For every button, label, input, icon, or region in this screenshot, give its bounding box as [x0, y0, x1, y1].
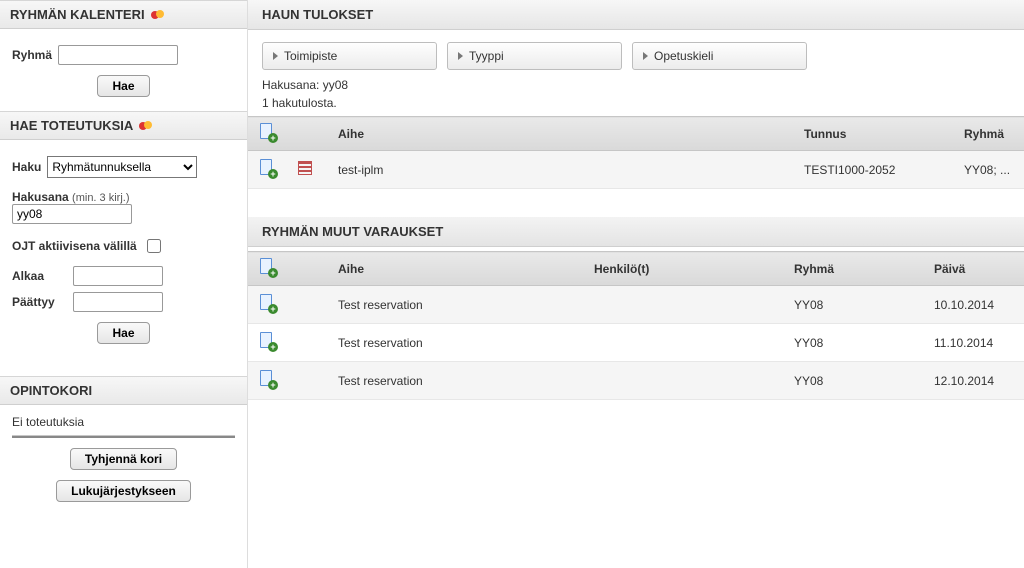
- cell-paiva: 10.10.2014: [924, 286, 1024, 324]
- col-paiva: Päivä: [924, 252, 1024, 286]
- main: HAUN TULOKSET Toimipiste Tyyppi Opetuski…: [248, 0, 1024, 568]
- ojt-checkbox[interactable]: [147, 239, 161, 253]
- col-ryhma: Ryhmä: [784, 252, 924, 286]
- document-add-icon[interactable]: +: [258, 258, 276, 276]
- cell-ryhma: YY08: [784, 286, 924, 324]
- cell-aihe: Test reservation: [328, 324, 584, 362]
- chevron-right-icon: [273, 52, 278, 60]
- cart-empty-text: Ei toteutuksia: [12, 415, 235, 429]
- people-icon: [151, 8, 165, 22]
- cell-ryhma: YY08; ...: [954, 151, 1024, 189]
- cart-title: OPINTOKORI: [10, 383, 92, 398]
- cell-ryhma: YY08: [784, 324, 924, 362]
- cell-henkilot: [584, 362, 784, 400]
- alkaa-input[interactable]: [73, 266, 163, 286]
- other-table: + Aihe Henkilö(t) Ryhmä Päivä + Test res…: [248, 251, 1024, 400]
- result-count: 1 hakutulosta.: [248, 94, 1024, 112]
- results-title: HAUN TULOKSET: [262, 7, 373, 22]
- cell-aihe: test-iplm: [328, 151, 794, 189]
- group-calendar-section: Ryhmä Hae: [0, 29, 247, 111]
- table-row[interactable]: + test-iplm TESTI1000-2052 YY08; ...: [248, 151, 1024, 189]
- filter-row: Toimipiste Tyyppi Opetuskieli: [248, 30, 1024, 76]
- document-add-icon[interactable]: +: [258, 294, 276, 312]
- col-add: +: [248, 252, 288, 286]
- col-aihe: Aihe: [328, 117, 794, 151]
- results-header: HAUN TULOKSET: [248, 0, 1024, 30]
- group-calendar-header: RYHMÄN KALENTERI: [0, 0, 247, 29]
- hakusana-label: Hakusana (min. 3 kirj.): [12, 190, 130, 204]
- paattyy-input[interactable]: [73, 292, 163, 312]
- search-impl-header: HAE TOTEUTUKSIA: [0, 111, 247, 140]
- document-add-icon[interactable]: +: [258, 332, 276, 350]
- ojt-label: OJT aktiivisena välillä: [12, 239, 137, 253]
- haku-select[interactable]: Ryhmätunnuksella: [47, 156, 197, 178]
- separator: [12, 435, 235, 438]
- col-add: +: [248, 117, 288, 151]
- cart-header: OPINTOKORI: [0, 376, 247, 405]
- other-reservations-title: RYHMÄN MUUT VARAUKSET: [262, 224, 443, 239]
- table-row[interactable]: + Test reservation YY08 12.10.2014: [248, 362, 1024, 400]
- document-add-icon[interactable]: +: [258, 159, 276, 177]
- table-row[interactable]: + Test reservation YY08 11.10.2014: [248, 324, 1024, 362]
- cell-paiva: 11.10.2014: [924, 324, 1024, 362]
- cell-aihe: Test reservation: [328, 286, 584, 324]
- chevron-right-icon: [643, 52, 648, 60]
- details-icon[interactable]: [298, 161, 312, 175]
- group-calendar-title: RYHMÄN KALENTERI: [10, 7, 145, 22]
- search-impl-section: Haku Ryhmätunnuksella Hakusana (min. 3 k…: [0, 140, 247, 358]
- chevron-right-icon: [458, 52, 463, 60]
- col-blank: [288, 252, 328, 286]
- cart-section: Ei toteutuksia Tyhjennä kori Lukujärjest…: [0, 405, 247, 516]
- hakusana-line: Hakusana: yy08: [248, 76, 1024, 94]
- sidebar: RYHMÄN KALENTERI Ryhmä Hae HAE TOTEUTUKS…: [0, 0, 248, 568]
- document-add-icon[interactable]: +: [258, 370, 276, 388]
- other-reservations-header: RYHMÄN MUUT VARAUKSET: [248, 217, 1024, 247]
- cell-henkilot: [584, 324, 784, 362]
- filter-tyyppi[interactable]: Tyyppi: [447, 42, 622, 70]
- group-search-button[interactable]: Hae: [97, 75, 149, 97]
- filter-toimipiste[interactable]: Toimipiste: [262, 42, 437, 70]
- document-add-icon[interactable]: +: [258, 123, 276, 141]
- cell-aihe: Test reservation: [328, 362, 584, 400]
- col-henkilot: Henkilö(t): [584, 252, 784, 286]
- impl-search-button[interactable]: Hae: [97, 322, 149, 344]
- group-label: Ryhmä: [12, 48, 52, 62]
- cell-henkilot: [584, 286, 784, 324]
- cell-paiva: 12.10.2014: [924, 362, 1024, 400]
- cell-ryhma: YY08: [784, 362, 924, 400]
- group-input[interactable]: [58, 45, 178, 65]
- col-ryhma: Ryhmä: [954, 117, 1024, 151]
- empty-cart-button[interactable]: Tyhjennä kori: [70, 448, 177, 470]
- alkaa-label: Alkaa: [12, 269, 67, 283]
- table-row[interactable]: + Test reservation YY08 10.10.2014: [248, 286, 1024, 324]
- paattyy-label: Päättyy: [12, 295, 67, 309]
- filter-opetuskieli[interactable]: Opetuskieli: [632, 42, 807, 70]
- haku-label: Haku: [12, 160, 41, 174]
- search-impl-title: HAE TOTEUTUKSIA: [10, 118, 133, 133]
- col-aihe: Aihe: [328, 252, 584, 286]
- people-icon: [139, 119, 153, 133]
- col-tunnus: Tunnus: [794, 117, 954, 151]
- results-table: + Aihe Tunnus Ryhmä + test-iplm TESTI100…: [248, 116, 1024, 189]
- cell-tunnus: TESTI1000-2052: [794, 151, 954, 189]
- to-schedule-button[interactable]: Lukujärjestykseen: [56, 480, 191, 502]
- col-details: [288, 117, 328, 151]
- hakusana-input[interactable]: [12, 204, 132, 224]
